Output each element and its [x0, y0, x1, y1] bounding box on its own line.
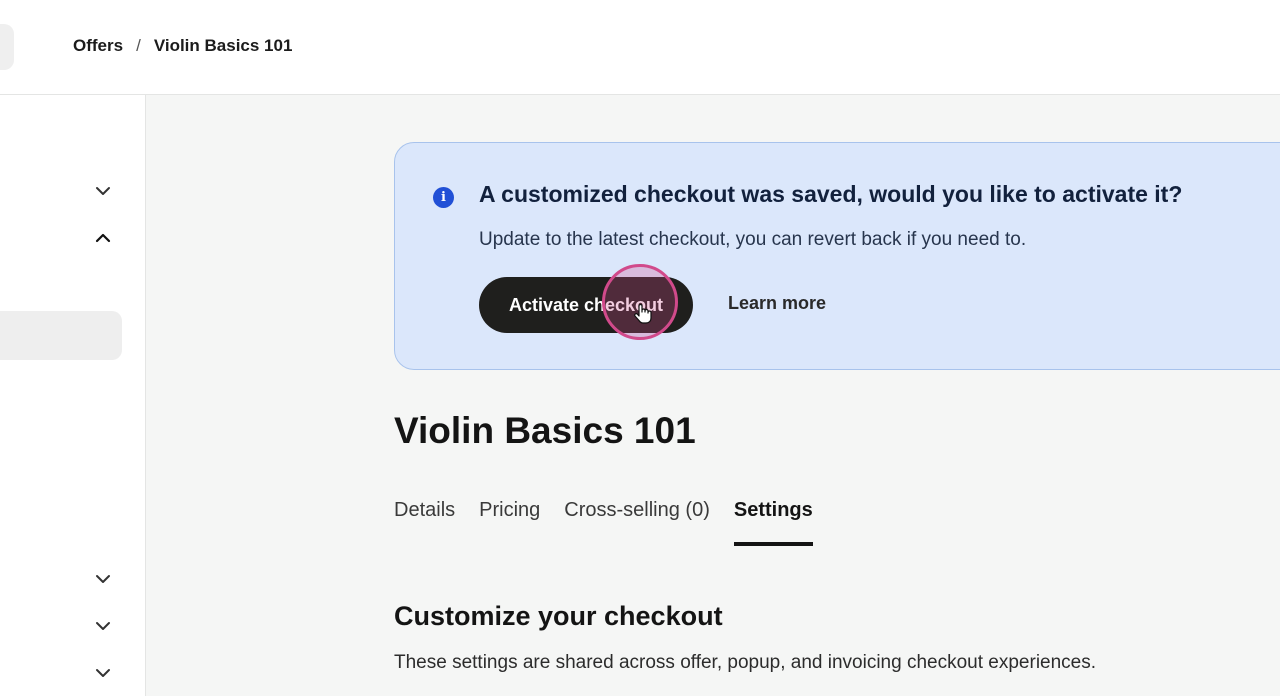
chevron-up-icon[interactable] [93, 228, 113, 248]
tab-details[interactable]: Details [394, 499, 455, 546]
info-icon: i [433, 187, 454, 208]
chevron-down-icon[interactable] [93, 569, 113, 589]
menu-toggle-button[interactable] [0, 24, 14, 70]
sidebar-item-active[interactable] [0, 311, 122, 360]
tab-settings[interactable]: Settings [733, 499, 813, 546]
tab-bar: Details Pricing Cross-selling (0) Settin… [394, 499, 813, 546]
learn-more-link[interactable]: Learn more [728, 293, 826, 314]
banner-text: Update to the latest checkout, you can r… [479, 229, 1027, 250]
click-indicator [602, 264, 678, 340]
chevron-down-icon[interactable] [93, 663, 113, 683]
breadcrumb-offers-link[interactable]: Offers [73, 36, 123, 56]
page-title: Violin Basics 101 [394, 410, 696, 451]
breadcrumb: Offers / Violin Basics 101 [73, 36, 292, 56]
hand-cursor-icon [634, 303, 652, 324]
tab-pricing[interactable]: Pricing [479, 499, 540, 546]
chevron-down-icon[interactable] [93, 616, 113, 636]
tab-cross-selling[interactable]: Cross-selling (0) [564, 499, 710, 546]
breadcrumb-separator: / [136, 36, 141, 55]
section-title: Customize your checkout [394, 601, 723, 631]
checkout-activation-banner: i A customized checkout was saved, would… [394, 142, 1280, 370]
breadcrumb-current: Violin Basics 101 [153, 36, 293, 55]
section-description: These settings are shared across offer, … [394, 652, 1097, 673]
chevron-down-icon[interactable] [93, 181, 113, 201]
banner-title: A customized checkout was saved, would y… [479, 181, 1183, 207]
sidebar [0, 95, 146, 696]
top-header: Offers / Violin Basics 101 [0, 0, 1280, 95]
